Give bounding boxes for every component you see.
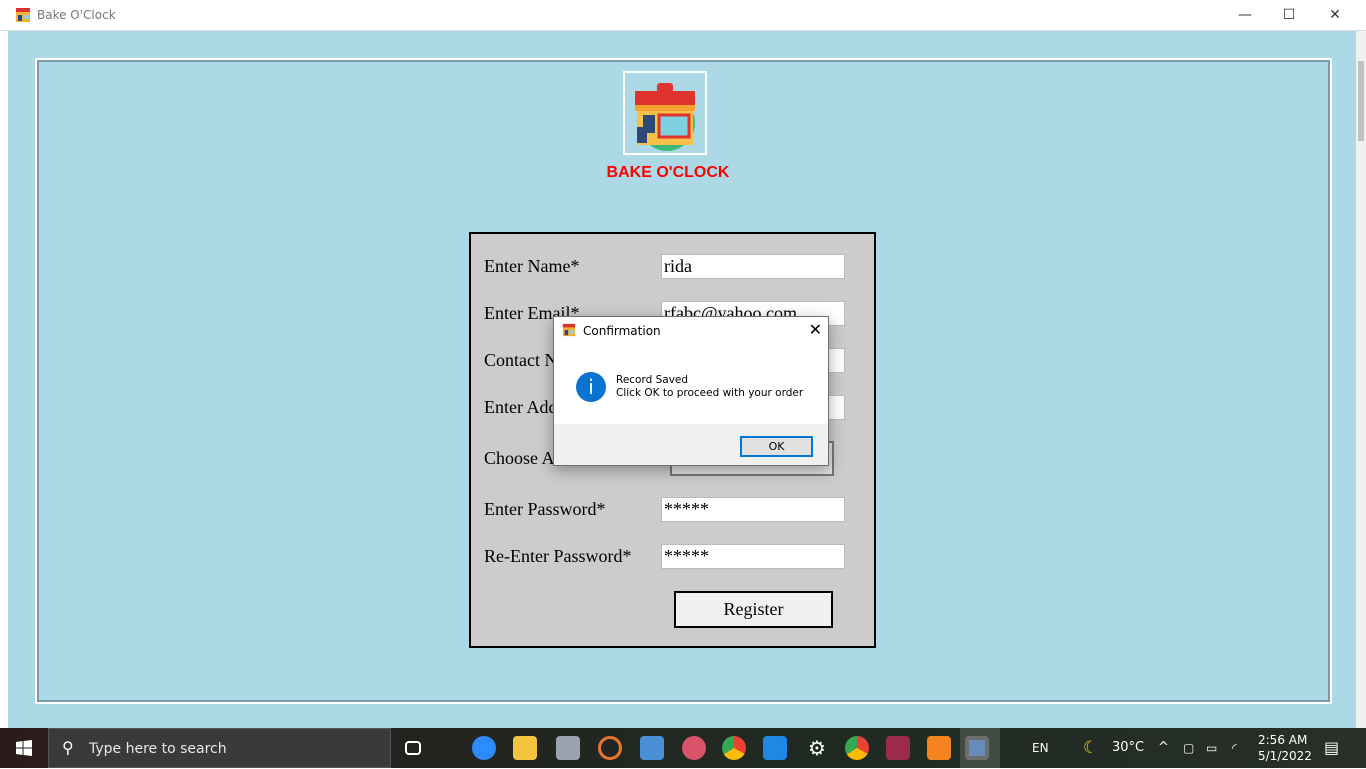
- bakery-logo: [623, 71, 707, 155]
- bakery-app-icon: [16, 8, 30, 22]
- weather-temp[interactable]: 30°C: [1112, 728, 1144, 768]
- name-input[interactable]: rida: [661, 254, 845, 279]
- meet-now-icon[interactable]: ▢: [1183, 728, 1194, 768]
- battery-icon[interactable]: ▭: [1206, 728, 1217, 768]
- taskbar-search-input[interactable]: Type here to search: [48, 728, 391, 768]
- brand-title: BAKE O'CLOCK: [606, 164, 730, 181]
- settings-gear-icon[interactable]: ⚙: [805, 736, 829, 760]
- taskbar: Type here to search ⚲ ⚙ EN ☾ 30°C ^ ▢ ▭ …: [0, 728, 1366, 768]
- dialog-message: Record Saved Click OK to proceed with yo…: [616, 374, 803, 400]
- wifi-icon[interactable]: ◜: [1232, 728, 1237, 768]
- dialog-close-button[interactable]: ✕: [809, 320, 822, 339]
- language-indicator[interactable]: EN: [1032, 728, 1049, 768]
- active-app-highlight: [960, 728, 1000, 768]
- message-line-1: Record Saved: [616, 374, 689, 386]
- chrome-profile-icon[interactable]: [845, 736, 869, 760]
- notification-icon[interactable]: ▤: [1324, 728, 1339, 768]
- bakery-app-icon: [562, 323, 576, 337]
- sublime-app-icon[interactable]: [927, 736, 951, 760]
- search-icon: ⚲: [62, 738, 74, 757]
- window-title: Bake O'Clock: [37, 8, 116, 22]
- mail-icon[interactable]: [763, 736, 787, 760]
- minimize-button[interactable]: —: [1222, 0, 1268, 31]
- password-input[interactable]: *****: [661, 497, 845, 522]
- clock[interactable]: 2:56 AM 5/1/2022: [1258, 732, 1312, 764]
- reenter-password-label: Re-Enter Password*: [484, 546, 632, 566]
- laptop-app-icon[interactable]: [640, 736, 664, 760]
- eclipse-icon[interactable]: [598, 736, 622, 760]
- choose-label: Choose A: [484, 448, 555, 468]
- task-view-icon[interactable]: [405, 741, 421, 755]
- message-line-2: Click OK to proceed with your order: [616, 387, 804, 399]
- vertical-scrollbar[interactable]: [1356, 31, 1366, 728]
- dialog-title: Confirmation: [583, 324, 661, 338]
- dialog-footer: OK: [554, 424, 828, 465]
- calculator-icon[interactable]: [556, 736, 580, 760]
- paint-icon[interactable]: [682, 736, 706, 760]
- time: 2:56 AM: [1258, 733, 1308, 747]
- password-label: Enter Password*: [484, 499, 606, 519]
- title-bar: Bake O'Clock — ☐ ✕: [0, 0, 1366, 31]
- date: 5/1/2022: [1258, 749, 1312, 763]
- moon-weather-icon: ☾: [1083, 738, 1099, 758]
- confirmation-dialog: Confirmation ✕ i Record Saved Click OK t…: [553, 316, 829, 466]
- reenter-password-input[interactable]: *****: [661, 544, 845, 569]
- close-button[interactable]: ✕: [1312, 0, 1358, 31]
- zoom-app-icon[interactable]: [472, 736, 496, 760]
- info-icon: i: [576, 372, 606, 402]
- scrollbar-thumb[interactable]: [1358, 61, 1364, 141]
- ok-button[interactable]: OK: [740, 436, 813, 457]
- chrome-icon[interactable]: [722, 736, 746, 760]
- name-label: Enter Name*: [484, 256, 580, 276]
- winrar-icon[interactable]: [886, 736, 910, 760]
- chevron-up-icon[interactable]: ^: [1158, 728, 1169, 768]
- maximize-button[interactable]: ☐: [1266, 0, 1312, 31]
- windows-start-icon[interactable]: [16, 740, 32, 756]
- file-explorer-icon[interactable]: [513, 736, 537, 760]
- register-button[interactable]: Register: [674, 591, 833, 628]
